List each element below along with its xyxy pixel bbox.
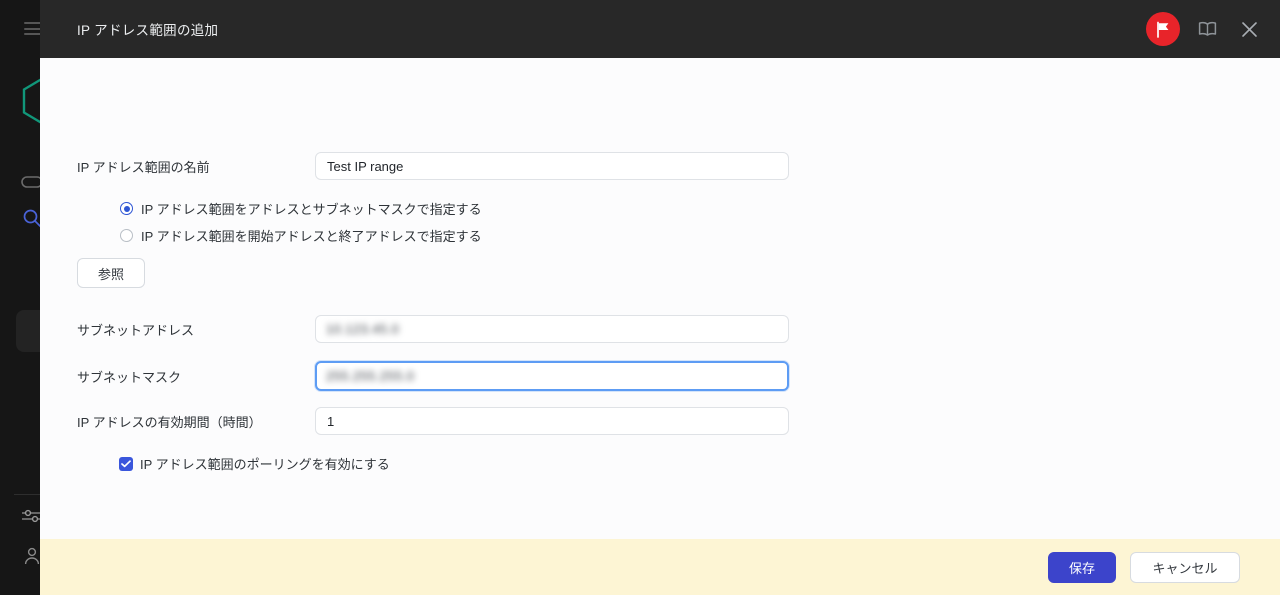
header-actions (1146, 0, 1264, 58)
app-root: IP アドレス範囲の追加 (0, 0, 1280, 595)
ip-range-dialog: IP アドレス範囲の追加 (40, 0, 1280, 595)
dialog-header: IP アドレス範囲の追加 (40, 0, 1280, 58)
subnet-mask-label: サブネットマスク (77, 367, 315, 386)
manual-book-icon[interactable] (1192, 14, 1222, 44)
name-input[interactable] (315, 152, 789, 180)
radio-range-label: IP アドレス範囲を開始アドレスと終了アドレスで指定する (141, 226, 482, 245)
polling-checkbox-label: IP アドレス範囲のポーリングを有効にする (140, 454, 390, 473)
hamburger-icon[interactable] (24, 22, 41, 35)
dialog-body: IP アドレス範囲の名前 IP アドレス範囲をアドレスとサブネットマスクで指定す… (40, 58, 1280, 539)
polling-checkbox-row[interactable]: IP アドレス範囲のポーリングを有効にする (119, 454, 390, 473)
radio-subnet-label: IP アドレス範囲をアドレスとサブネットマスクで指定する (141, 199, 482, 218)
radio-range-control[interactable] (120, 229, 133, 242)
radio-subnet-control[interactable] (120, 202, 133, 215)
subnet-address-input[interactable] (315, 315, 789, 343)
radio-option-subnet[interactable]: IP アドレス範囲をアドレスとサブネットマスクで指定する (120, 199, 482, 218)
field-row-subnet-mask: サブネットマスク 255.255.255.0 (77, 361, 789, 391)
field-row-subnet-address: サブネットアドレス 10.123.45.0 (77, 315, 789, 343)
subnet-mask-input-wrap: 255.255.255.0 (315, 361, 789, 391)
lease-label: IP アドレスの有効期間（時間） (77, 412, 315, 431)
subnet-address-input-wrap: 10.123.45.0 (315, 315, 789, 343)
close-icon[interactable] (1234, 14, 1264, 44)
field-row-lease: IP アドレスの有効期間（時間） (77, 407, 789, 435)
dialog-title: IP アドレス範囲の追加 (77, 19, 218, 39)
browse-button[interactable]: 参照 (77, 258, 145, 288)
save-button[interactable]: 保存 (1048, 552, 1116, 583)
dialog-footer: 保存 キャンセル (40, 539, 1280, 595)
polling-checkbox-control[interactable] (119, 457, 133, 471)
lease-input[interactable] (315, 407, 789, 435)
radio-option-range[interactable]: IP アドレス範囲を開始アドレスと終了アドレスで指定する (120, 226, 482, 245)
subnet-mask-input[interactable] (315, 361, 789, 391)
cancel-button[interactable]: キャンセル (1130, 552, 1240, 583)
field-row-name: IP アドレス範囲の名前 (77, 152, 789, 180)
name-label: IP アドレス範囲の名前 (77, 157, 315, 176)
flag-icon[interactable] (1146, 12, 1180, 46)
subnet-address-label: サブネットアドレス (77, 320, 315, 339)
